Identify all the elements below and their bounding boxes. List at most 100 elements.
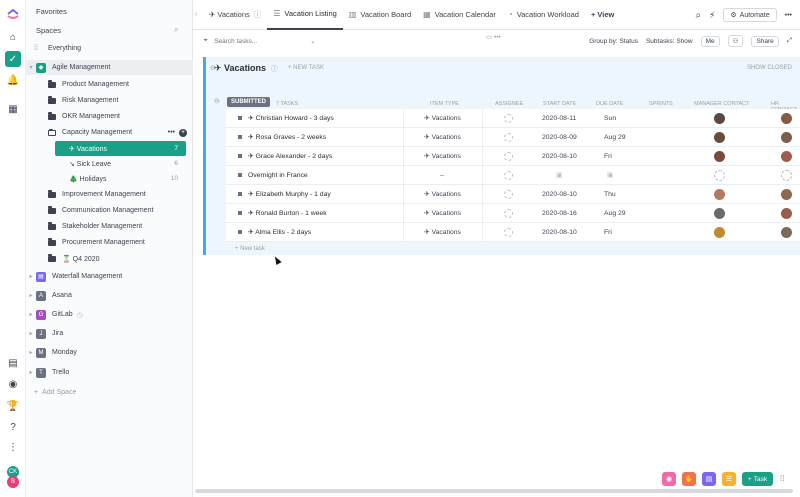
more-options-icon[interactable]: ••• (168, 129, 175, 136)
task-name[interactable]: ✈ Alma Ellis - 2 days (248, 228, 311, 236)
table-row[interactable]: ✈ Rosa Graves - 2 weeks ✈ Vacations 2020… (226, 128, 800, 147)
sidebar-space[interactable]: ▸ T Trello (26, 365, 193, 380)
due-date[interactable]: Aug 29 (604, 210, 626, 217)
reminder-icon[interactable]: ✋ (682, 472, 696, 486)
status-dot[interactable] (238, 135, 242, 139)
pulse-icon[interactable]: ◉ (5, 376, 21, 392)
sidebar-item-everything[interactable]: ⁞⁞ Everything (26, 41, 193, 56)
automate-button[interactable]: ⚙ Automate (723, 8, 777, 22)
task-name[interactable]: ✈ Elizabeth Murphy - 1 day (248, 190, 331, 198)
hr-avatar[interactable] (781, 188, 792, 200)
due-date[interactable]: Sun (604, 115, 616, 122)
manager-avatar[interactable] (714, 131, 725, 143)
notepad-icon[interactable]: ☰ (722, 472, 736, 486)
subtasks-dropdown[interactable]: Subtasks: Show (646, 38, 693, 45)
status-badge[interactable]: SUBMITTED (227, 97, 270, 107)
table-row[interactable]: Overnight in France – ▣ ▣ (226, 166, 800, 185)
collapse-group-icon[interactable]: ⊖ (214, 97, 220, 105)
hr-avatar[interactable] (781, 207, 792, 219)
hr-avatar[interactable] (781, 226, 792, 238)
show-closed-button[interactable]: SHOW CLOSED (747, 65, 792, 71)
add-task-button[interactable]: + Task (742, 472, 773, 486)
add-view-button[interactable]: + View (585, 0, 620, 30)
share-button[interactable]: Share (751, 35, 779, 47)
sidebar-folder[interactable]: Procurement Management (26, 235, 193, 250)
dashboards-icon[interactable]: ▦ (5, 101, 21, 117)
tasks-icon[interactable]: ✓ (5, 51, 21, 67)
status-dot[interactable] (238, 154, 242, 158)
status-dot[interactable] (238, 173, 242, 177)
info-icon[interactable]: ⓘ (254, 9, 262, 20)
clickup-logo[interactable] (6, 5, 20, 19)
me-filter-button[interactable]: Me (700, 35, 720, 47)
item-type[interactable]: ✈ Vacations (424, 190, 461, 198)
status-dot[interactable] (238, 116, 242, 120)
table-row[interactable]: ✈ Alma Ellis - 2 days ✈ Vacations 2020-0… (226, 223, 800, 242)
due-date[interactable]: Fri (604, 153, 612, 160)
due-date[interactable]: Fri (604, 229, 612, 236)
home-icon[interactable]: ⌂ (5, 29, 21, 45)
item-type[interactable]: – (440, 172, 444, 179)
chevron-down-icon[interactable]: ⌄ (310, 37, 315, 45)
tab-vacation-workload[interactable]: ◔ Vacation Workload (502, 0, 585, 30)
task-search[interactable]: ⏷ ⌄ (203, 37, 316, 45)
assignee-placeholder-icon[interactable] (504, 170, 513, 180)
start-date[interactable]: 2020-08-11 (542, 115, 576, 122)
add-icon[interactable]: + (179, 128, 187, 137)
hr-avatar[interactable] (781, 131, 792, 143)
tab-vacation-calendar[interactable]: ▦ Vacation Calendar (417, 0, 502, 30)
tab-vacation-board[interactable]: ▥ Vacation Board (343, 0, 417, 30)
layout-icons[interactable]: ▭ ••• (486, 33, 501, 41)
item-type[interactable]: ✈ Vacations (424, 152, 461, 160)
goals-icon[interactable]: 🏆 (5, 398, 21, 414)
apps-grid-icon[interactable]: ⁞⁞ (780, 474, 784, 483)
column-header-item-type[interactable]: ITEM TYPE (430, 101, 459, 107)
search-input[interactable] (214, 37, 305, 45)
item-type[interactable]: ✈ Vacations (424, 114, 461, 122)
assignee-placeholder-icon[interactable] (504, 227, 513, 237)
docs-icon[interactable]: ▤ (5, 355, 21, 371)
expand-icon[interactable]: ⤢ (787, 37, 792, 45)
sidebar-space[interactable]: ▸ J Jira (26, 326, 193, 341)
status-dot[interactable] (238, 230, 242, 234)
spaces-heading[interactable]: Spaces (36, 26, 61, 35)
column-header-start-date[interactable]: START DATE (543, 101, 576, 107)
sidebar-folder-capacity[interactable]: Capacity Management ••• + (26, 125, 193, 140)
notifications-icon[interactable]: 🔔 (5, 72, 21, 88)
hr-placeholder-icon[interactable] (781, 169, 792, 181)
assignee-placeholder-icon[interactable] (504, 113, 513, 123)
task-name[interactable]: ✈ Rosa Graves - 2 weeks (248, 133, 326, 141)
assignee-placeholder-icon[interactable] (504, 189, 513, 199)
sidebar-space[interactable]: ▸ ▤ Waterfall Management (26, 269, 193, 284)
sidebar-space[interactable]: ▸ A Asana (26, 288, 193, 303)
due-date[interactable]: Aug 29 (604, 134, 626, 141)
filter-icon[interactable]: ⏷ (203, 37, 208, 45)
table-row[interactable]: ✈ Christian Howard - 3 days ✈ Vacations … (226, 109, 800, 128)
start-date[interactable]: 2020-08-10 (542, 191, 577, 198)
status-dot[interactable] (238, 211, 242, 215)
sidebar-list-vacations[interactable]: ✈ Vacations 7 (55, 141, 186, 156)
more-icon[interactable]: ⋮ (5, 439, 21, 455)
start-date[interactable]: 2020-08-09 (542, 134, 577, 141)
sidebar-folder[interactable]: ⏳ Q4 2020 (26, 251, 193, 266)
item-type[interactable]: ✈ Vacations (424, 209, 461, 217)
favorites-heading[interactable]: Favorites (36, 7, 67, 16)
calendar-icon[interactable]: ▣ (556, 171, 562, 179)
item-type[interactable]: ✈ Vacations (424, 228, 461, 236)
manager-placeholder-icon[interactable] (714, 169, 725, 181)
assignee-placeholder-icon[interactable] (504, 132, 513, 142)
task-name[interactable]: ✈ Ronald Burton - 1 week (248, 209, 327, 217)
horizontal-scrollbar[interactable] (195, 489, 793, 493)
column-header-due-date[interactable]: DUE DATE (596, 101, 623, 107)
manager-avatar[interactable] (714, 207, 725, 219)
status-dot[interactable] (238, 192, 242, 196)
sidebar-list-holidays[interactable]: 🎄 Holidays 10 (55, 171, 186, 186)
manager-avatar[interactable] (714, 112, 725, 124)
more-options-icon[interactable]: ••• (785, 12, 792, 19)
tab-vacation-listing[interactable]: ☰ Vacation Listing (267, 0, 343, 30)
search-icon[interactable]: ⌕ (174, 25, 178, 35)
start-date[interactable]: 2020-08-16 (542, 210, 577, 217)
sidebar-space[interactable]: ▸ G GitLab ◷ (26, 307, 193, 322)
collapse-sidebar-icon[interactable]: ‹ (195, 11, 203, 18)
sidebar-space-agile[interactable]: ▾ ◆ Agile Management (26, 60, 193, 75)
